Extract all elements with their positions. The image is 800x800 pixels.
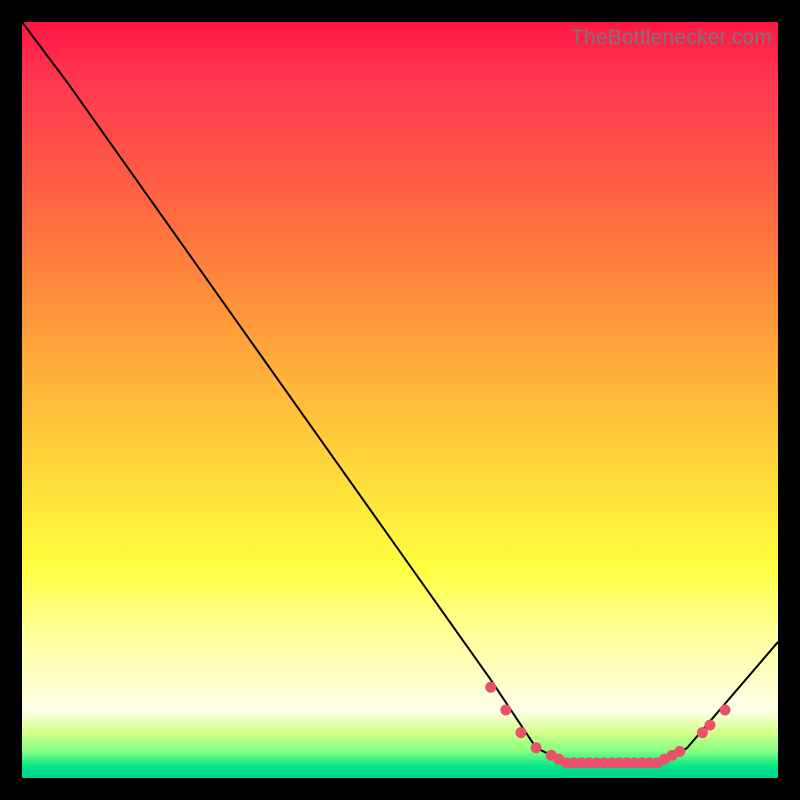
chart-svg	[22, 22, 778, 778]
chart-container: TheBottlenecker.com	[0, 0, 800, 800]
curve-line	[22, 22, 778, 763]
data-point-marker	[515, 727, 526, 738]
data-point-marker	[720, 704, 731, 715]
bottleneck-curve	[22, 22, 778, 763]
watermark-text: TheBottlenecker.com	[571, 26, 772, 50]
plot-area: TheBottlenecker.com	[22, 22, 778, 778]
data-point-marker	[674, 746, 685, 757]
data-point-marker	[485, 682, 496, 693]
data-point-marker	[531, 742, 542, 753]
data-point-marker	[704, 720, 715, 731]
data-point-marker	[500, 704, 511, 715]
